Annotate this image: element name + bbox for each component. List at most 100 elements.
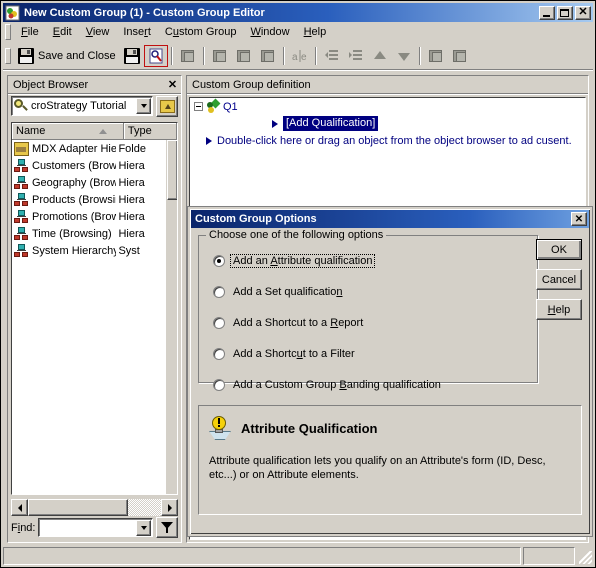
toolbar-grip[interactable] [5, 47, 11, 64]
up-folder-button[interactable] [156, 95, 178, 117]
object-browser-header: Object Browser ✕ [8, 76, 181, 94]
radio-button[interactable] [213, 317, 225, 329]
add-set-qualification-button[interactable] [232, 45, 256, 67]
list-item-type: Hiera [118, 210, 145, 223]
add-banding-qualification-button[interactable] [256, 45, 280, 67]
save-button[interactable] [120, 45, 144, 67]
object-browser-close-icon[interactable]: ✕ [166, 78, 179, 91]
save-and-close-button[interactable]: Save and Close [14, 45, 120, 67]
chevron-down-icon[interactable] [136, 98, 151, 114]
list-item[interactable]: Products (Browsing) Hiera [12, 191, 166, 208]
filter-view-icon [148, 48, 164, 64]
menu-insert[interactable]: Insert [116, 24, 158, 41]
view-filter-button[interactable] [143, 44, 168, 67]
add-attribute-qualification-button[interactable] [208, 45, 232, 67]
custom-group-options-dialog: Custom Group Options ✕ Choose one of the… [188, 207, 592, 536]
promote-button[interactable] [320, 45, 344, 67]
list-item-name: System Hierarchy [32, 244, 117, 257]
list-item[interactable]: MDX Adapter Hierarchies Folde [12, 140, 166, 157]
menu-help[interactable]: Help [297, 24, 334, 41]
radio-add-shortcut-to-report[interactable]: Add a Shortcut to a Report [213, 316, 537, 330]
radio-add-custom-group-banding[interactable]: Add a Custom Group Banding qualification [213, 378, 537, 392]
collapse-all-button[interactable] [448, 45, 472, 67]
radio-add-set-qualification[interactable]: Add a Set qualification [213, 285, 537, 299]
custom-group-icon [5, 5, 21, 21]
menu-custom-group[interactable]: Custom Group [158, 24, 244, 41]
window-titlebar: New Custom Group (1) - Custom Group Edit… [3, 3, 593, 22]
options-groupbox-legend: Choose one of the following options [206, 229, 387, 241]
radio-button[interactable] [213, 379, 225, 391]
dialog-titlebar: Custom Group Options ✕ [191, 210, 589, 228]
expand-all-button[interactable] [424, 45, 448, 67]
menu-window[interactable]: Window [243, 24, 296, 41]
add-qualification-label[interactable]: [Add Qualification] [283, 116, 379, 131]
move-up-button[interactable] [368, 45, 392, 67]
close-button[interactable]: ✕ [575, 5, 591, 20]
window-title: New Custom Group (1) - Custom Group Edit… [24, 6, 265, 19]
radio-button[interactable] [213, 255, 225, 267]
info-panel-header: Attribute Qualification [199, 406, 581, 440]
list-item-type: Hiera [118, 176, 145, 189]
find-input[interactable] [38, 518, 153, 537]
folder-icon [14, 141, 29, 156]
definition-hint-label: Double-click here or drag an object from… [217, 134, 572, 147]
list-item-name: Time (Browsing) [32, 227, 112, 240]
column-header-name[interactable]: Name [12, 123, 124, 139]
help-button[interactable]: Help [536, 299, 582, 320]
scroll-right-button[interactable] [161, 499, 178, 516]
radio-add-shortcut-to-filter[interactable]: Add a Shortcut to a Filter [213, 347, 537, 361]
radio-label: Add an Attribute qualification [229, 254, 376, 268]
toolbar: Save and Close a e [3, 42, 593, 70]
list-item[interactable]: Promotions (Browsing) Hiera [12, 208, 166, 225]
hierarchy-icon [14, 243, 29, 258]
toolbar-separator-2 [202, 46, 205, 65]
menu-file[interactable]: File [14, 24, 46, 41]
collapse-icon[interactable] [194, 102, 203, 111]
list-item[interactable]: Customers (Browsing) Hiera [12, 157, 166, 174]
add-qualification-row[interactable]: [Add Qualification] [190, 115, 585, 132]
cancel-button[interactable]: Cancel [536, 269, 582, 290]
list-item[interactable]: Time (Browsing) Hiera [12, 225, 166, 242]
list-item[interactable]: System Hierarchy Syst [12, 242, 166, 259]
definition-panel-title: Custom Group definition [187, 76, 588, 94]
menu-edit[interactable]: Edit [46, 24, 79, 41]
statusbar [3, 547, 593, 565]
definition-hint-row[interactable]: Double-click here or drag an object from… [190, 132, 585, 149]
column-header-type[interactable]: Type [124, 123, 177, 139]
object-list: Name Type MDX Adapter Hierarchies Folde [11, 122, 178, 495]
sort-ascending-icon [98, 129, 107, 134]
source-combo[interactable]: croStrategy Tutorial [11, 96, 153, 116]
cube-pointer-icon [212, 48, 228, 64]
dialog-close-button[interactable]: ✕ [571, 212, 587, 226]
maximize-button[interactable] [557, 5, 573, 20]
insert-object-button[interactable] [176, 45, 200, 67]
radio-add-attribute-qualification[interactable]: Add an Attribute qualification [213, 254, 537, 268]
demote-button[interactable] [344, 45, 368, 67]
dialog-title: Custom Group Options [195, 213, 317, 225]
tree-node-q1[interactable]: Q1 [190, 98, 585, 115]
menu-view[interactable]: View [79, 24, 117, 41]
scrollbar-thumb[interactable] [167, 140, 177, 200]
statusbar-message [3, 547, 521, 565]
object-list-vertical-scrollbar[interactable] [166, 140, 177, 494]
find-filter-button[interactable] [156, 517, 178, 538]
menubar-grip[interactable] [5, 24, 11, 40]
radio-button[interactable] [213, 286, 225, 298]
scrollbar-thumb[interactable] [28, 499, 128, 516]
indent-icon [348, 48, 364, 64]
list-item-name: Products (Browsing) [32, 193, 116, 206]
radio-button[interactable] [213, 348, 225, 360]
object-list-horizontal-scrollbar[interactable] [11, 499, 178, 516]
scroll-track[interactable] [28, 499, 161, 516]
magnifier-icon [14, 98, 29, 114]
chevron-down-icon[interactable] [136, 519, 151, 536]
save-and-close-label: Save and Close [38, 49, 116, 62]
scroll-left-button[interactable] [11, 499, 28, 516]
resize-grip-icon[interactable] [577, 547, 593, 565]
toggle-expression-button[interactable]: a e [288, 45, 312, 67]
ok-button[interactable]: OK [536, 239, 582, 260]
object-browser-title: Object Browser [13, 78, 89, 91]
move-down-button[interactable] [392, 45, 416, 67]
minimize-button[interactable] [539, 5, 555, 20]
list-item[interactable]: Geography (Browsing) Hiera [12, 174, 166, 191]
